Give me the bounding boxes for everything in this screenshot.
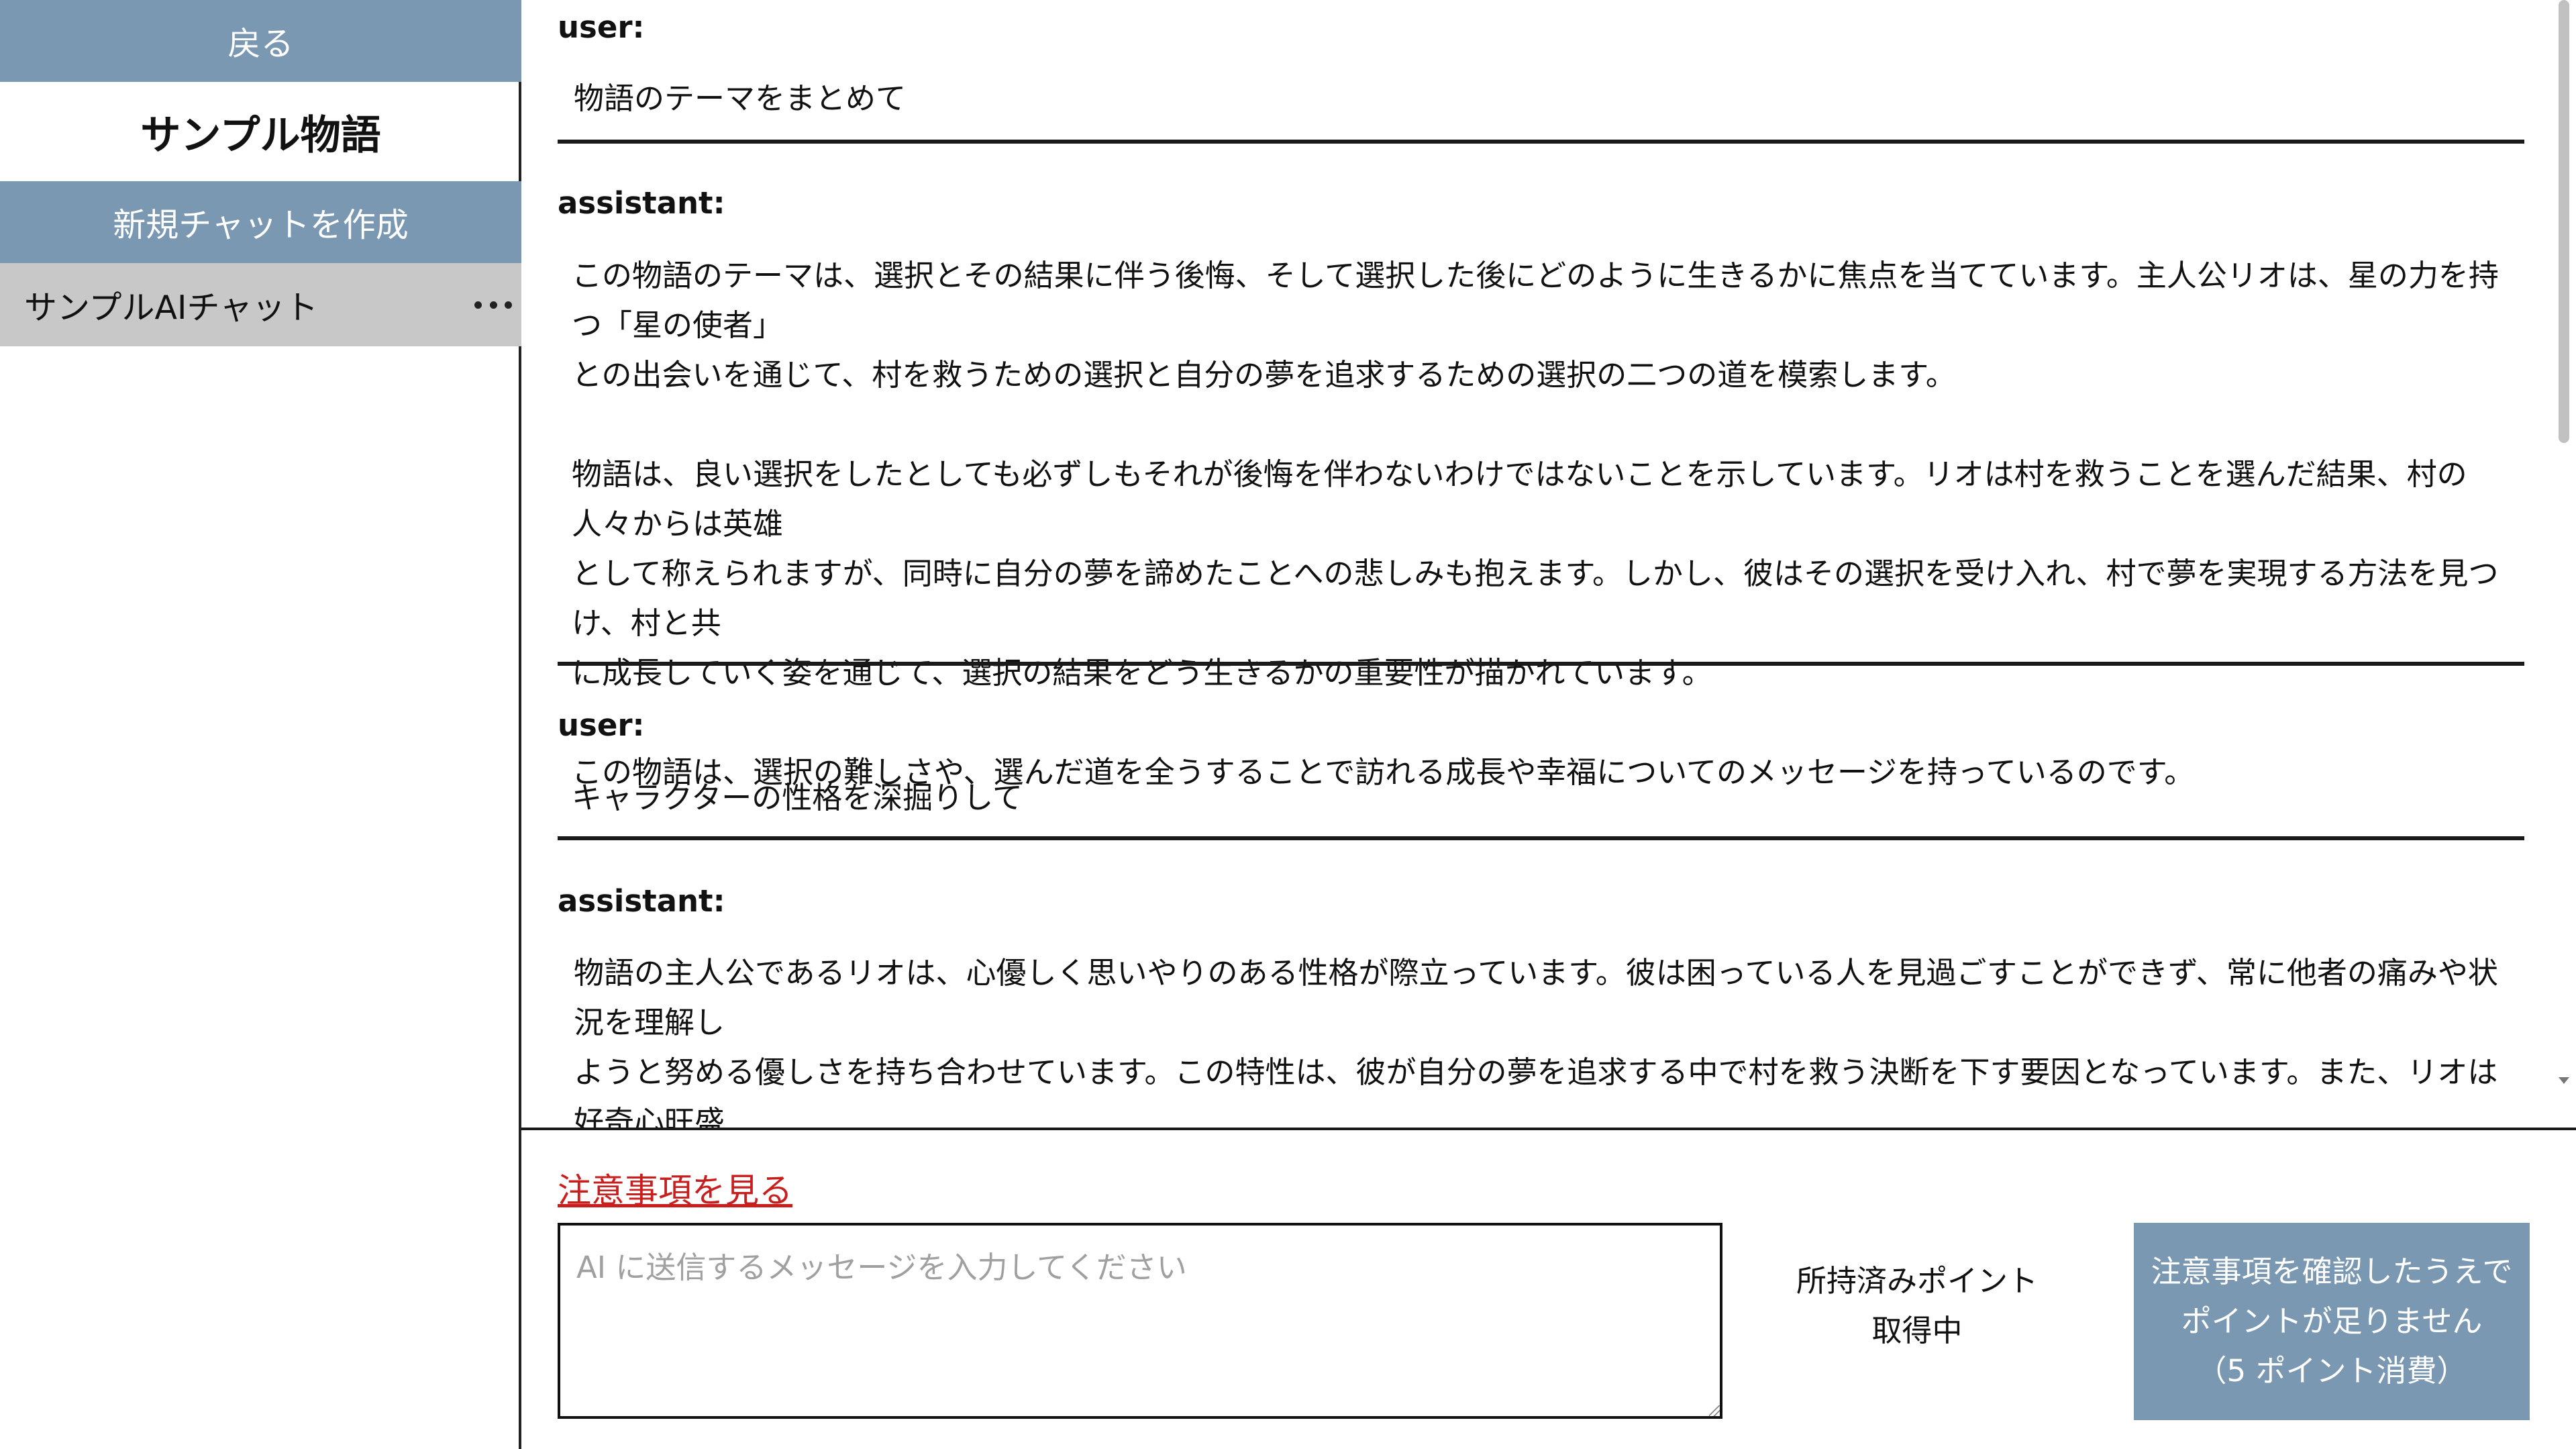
chat-main: user: 物語のテーマをまとめて assistant: この物語のテーマは、選… [521,0,2576,1449]
message-text: 物語の主人公であるリオは、心優しく思いやりのある性格が際立っています。彼は困って… [574,955,2498,1128]
send-button-line: （5 ポイント消費） [2196,1353,2467,1389]
sidebar: 戻る サンプル物語 新規チャットを作成 サンプルAIチャット [0,0,521,1449]
send-button-line: ポイントが足りません [2181,1303,2483,1339]
message-divider [558,631,2524,666]
message-role: user: [558,9,645,45]
points-label: 所持済みポイント [1796,1263,2038,1299]
sidebar-item-chat[interactable]: サンプルAIチャット [0,263,521,346]
resize-grip-icon[interactable] [1709,1405,1720,1416]
message-list[interactable]: user: 物語のテーマをまとめて assistant: この物語のテーマは、選… [521,0,2576,1128]
message-divider [558,799,2524,840]
new-chat-button[interactable]: 新規チャットを作成 [0,181,521,263]
message-role: assistant: [558,883,725,919]
scrollbar-thumb[interactable] [2559,0,2569,443]
message-role: user: [558,707,645,743]
back-button[interactable]: 戻る [0,0,521,82]
send-button-line: 注意事項を確認したうえで [2151,1254,2513,1289]
points-display: 所持済みポイント 取得中 [1769,1256,2065,1356]
more-horizontal-icon[interactable] [474,286,512,323]
story-title: サンプル物語 [140,111,381,159]
chat-item-label: サンプルAIチャット [24,288,319,327]
message-role: assistant: [558,185,725,221]
app-window: 戻る サンプル物語 新規チャットを作成 サンプルAIチャット user: 物語の… [0,0,2576,1449]
message-divider [558,101,2524,144]
scroll-down-arrow-icon[interactable] [2559,1077,2569,1084]
send-button[interactable]: 注意事項を確認したうえで ポイントが足りません （5 ポイント消費） [2134,1223,2530,1420]
points-value: 取得中 [1871,1313,1963,1348]
composer: 注意事項を見る 所持済みポイント 取得中 注意事項を確認したうえで ポイントが足… [521,1128,2576,1449]
message-input[interactable] [558,1223,1722,1419]
notice-link[interactable]: 注意事項を見る [558,1164,792,1212]
message-text: この物語のテーマは、選択とその結果に伴う後悔、そして選択した後にどのように生きる… [572,258,2499,790]
scrollbar[interactable] [2553,0,2573,1094]
